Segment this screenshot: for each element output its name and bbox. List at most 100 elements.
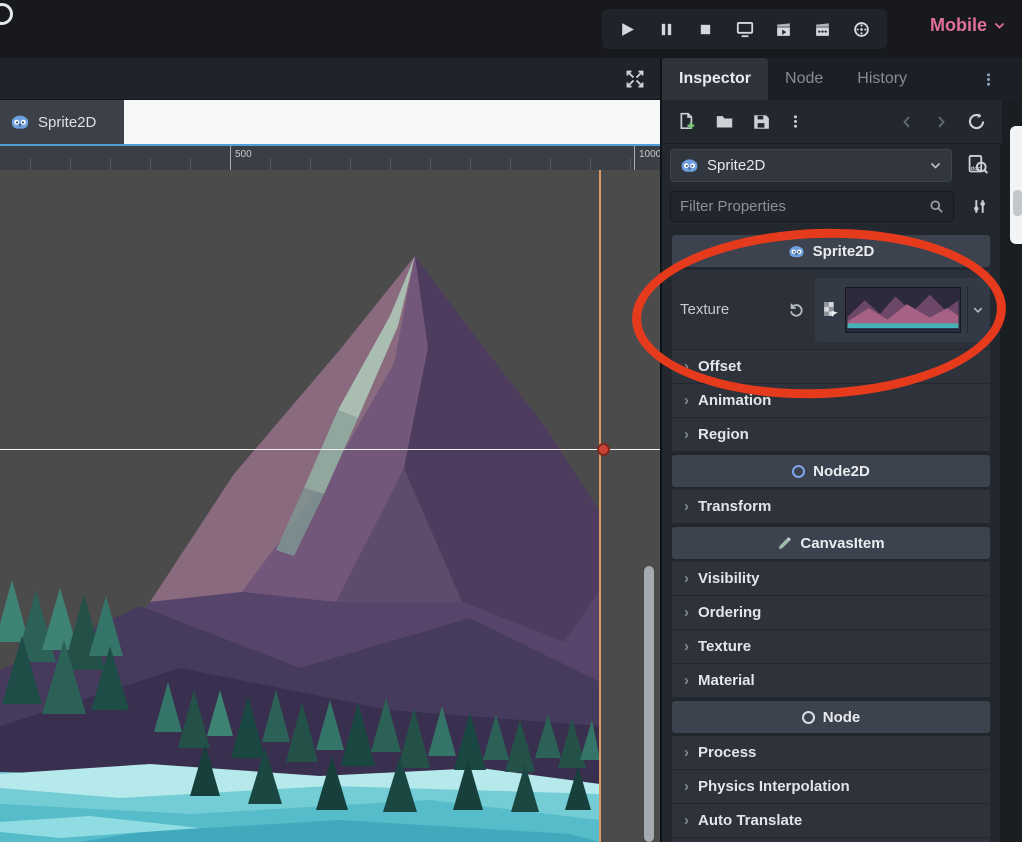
collapsed-arrow-icon: › [684,358,689,375]
category-label: Sprite2D [813,243,875,260]
object-history-button[interactable] [967,112,986,131]
resource-menu-button[interactable] [788,114,803,129]
group-ordering[interactable]: ›Ordering [672,596,990,630]
play-custom-scene-button[interactable] [806,13,839,45]
inspector-menu-button[interactable] [981,58,1022,100]
horizontal-ruler[interactable]: 500 1000 [0,146,660,170]
top-bar: Mobile [0,0,1022,58]
renderer-dropdown[interactable]: Mobile [930,15,1006,36]
godot-node-icon [680,156,699,175]
play-scene-icon [775,21,792,38]
group-material[interactable]: ›Material [672,664,990,698]
scene-tab-label: Sprite2D [38,114,96,131]
canvas-item-pencil-icon [777,536,792,551]
node-selector-dropdown[interactable]: Sprite2D [670,149,952,182]
history-forward-button[interactable] [933,114,949,130]
texture-file-icon [822,301,839,318]
group-label: Ordering [698,604,761,621]
revert-property-button[interactable] [788,301,805,318]
inspector-properties-list: Sprite2D Texture [672,226,990,842]
save-resource-button[interactable] [752,113,770,131]
group-label: Animation [698,392,771,409]
collapsed-arrow-icon: › [684,812,689,829]
revert-icon [788,301,805,318]
play-scene-button[interactable] [767,13,800,45]
tab-inspector[interactable]: Inspector [662,58,768,100]
canvas-toolbar [0,58,660,100]
stop-icon [698,22,713,37]
filter-properties-field[interactable] [670,191,954,222]
dots-vertical-icon [788,114,803,129]
group-label: Visibility [698,570,759,587]
chevron-down-icon [972,304,984,316]
tab-history[interactable]: History [840,58,924,100]
playback-toolbar [602,9,887,49]
category-node2d[interactable]: Node2D [672,455,990,487]
godot-node-icon [788,243,805,260]
texture-value-control[interactable] [815,278,990,342]
group-region[interactable]: › Region [672,418,990,452]
open-documentation-button[interactable]: doc [962,149,994,181]
load-resource-button[interactable] [715,112,734,131]
new-resource-icon [678,112,697,131]
collapsed-arrow-icon: › [684,744,689,761]
tab-history-label: History [857,70,907,88]
ruler-label-1000: 1000 [639,149,661,160]
group-offset[interactable]: › Offset [672,350,990,384]
collapsed-arrow-icon: › [684,672,689,689]
group-auto-translate[interactable]: ›Auto Translate [672,804,990,838]
app-logo-icon [0,3,13,25]
category-sprite2d[interactable]: Sprite2D [672,235,990,267]
category-canvasitem[interactable]: CanvasItem [672,527,990,559]
object-selector-row: Sprite2D doc [662,144,1002,186]
horizontal-guide-line[interactable] [0,449,660,450]
search-icon [929,199,944,214]
group-label: Offset [698,358,741,375]
group-visibility[interactable]: › Visibility [672,562,990,596]
texture-property-label: Texture [680,301,729,318]
group-texture[interactable]: ›Texture [672,630,990,664]
group-physics-interpolation[interactable]: ›Physics Interpolation [672,770,990,804]
group-animation[interactable]: ›Animation [672,384,990,418]
sprite-landscape-artwork [0,170,600,842]
collapsed-arrow-icon: › [684,778,689,795]
chevron-down-icon [993,19,1006,32]
viewport-2d[interactable] [0,170,660,842]
play-button[interactable] [611,13,644,45]
group-editor-description[interactable]: ›Editor Description [672,838,990,842]
viewport-vertical-scrollbar[interactable] [644,566,654,842]
pause-button[interactable] [650,13,683,45]
extra-filters-button[interactable] [964,191,994,221]
new-resource-button[interactable] [678,112,697,131]
texture-preview-thumbnail[interactable] [845,287,961,333]
texture-dropdown-button[interactable] [967,287,987,333]
tab-node-label: Node [785,70,823,88]
godot-node-icon [10,112,30,132]
chevron-right-icon [933,114,949,130]
stop-button[interactable] [689,13,722,45]
maximize-viewport-button[interactable] [622,67,648,91]
dots-vertical-icon [981,72,996,87]
remote-debug-button[interactable] [728,13,761,45]
group-label: Region [698,426,749,443]
filter-properties-input[interactable] [680,198,929,215]
group-process[interactable]: › Process [672,736,990,770]
selected-node-label: Sprite2D [707,157,765,174]
movie-maker-icon [853,21,870,38]
tab-node[interactable]: Node [768,58,840,100]
filter-row [662,186,1002,226]
category-node[interactable]: Node [672,701,990,733]
history-back-button[interactable] [899,114,915,130]
movie-maker-button[interactable] [845,13,878,45]
inspector-panel: Inspector Node History [660,58,1022,842]
folder-icon [715,112,734,131]
group-label: Process [698,744,756,761]
collapsed-arrow-icon: › [684,570,689,587]
scene-tab-sprite2d[interactable]: Sprite2D [0,100,124,144]
inspector-tab-bar: Inspector Node History [662,58,1022,100]
collapsed-arrow-icon: › [684,426,689,443]
group-transform[interactable]: ›Transform [672,490,990,524]
group-label: Texture [698,638,751,655]
floating-panel-handle [1013,190,1022,216]
category-label: Node2D [813,463,870,480]
